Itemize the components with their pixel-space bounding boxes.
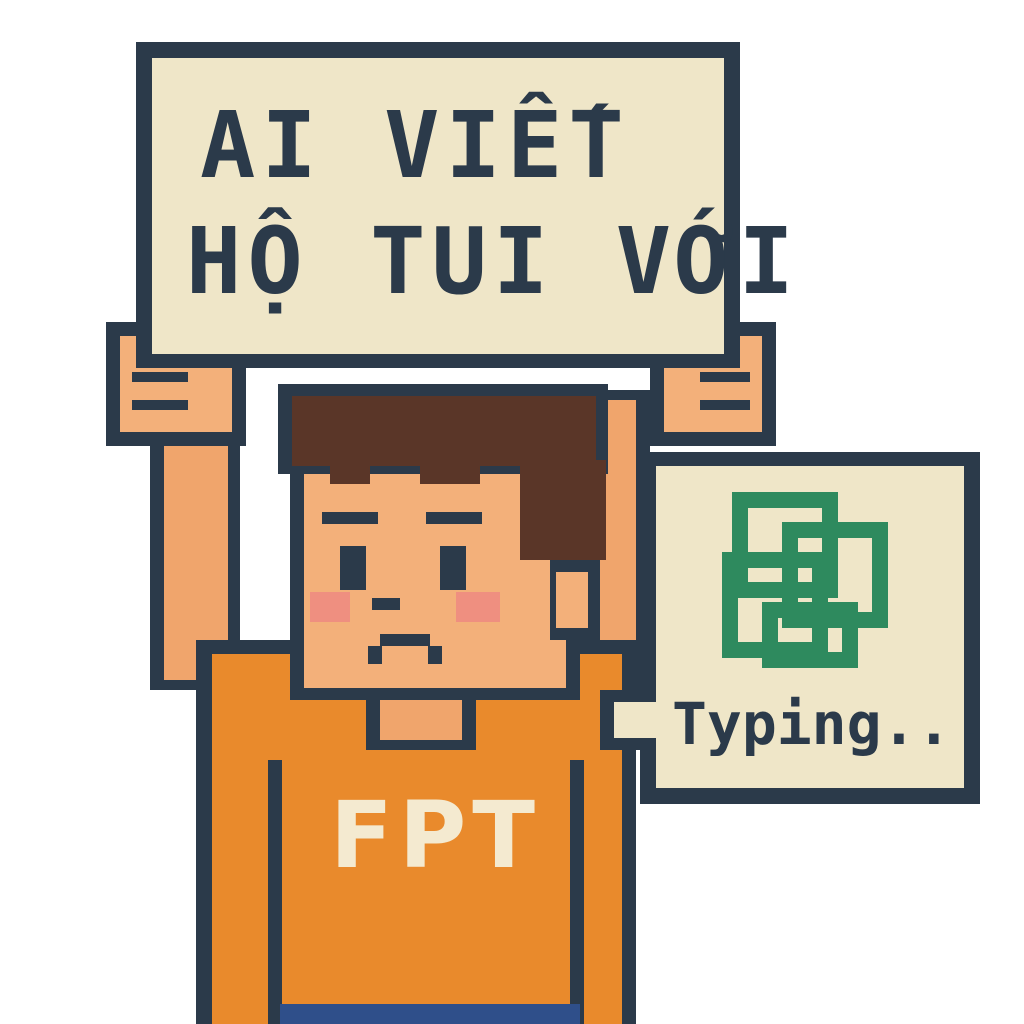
neck	[380, 700, 462, 740]
nose	[372, 598, 400, 610]
shirt-logo-text: FPT	[330, 782, 542, 889]
sign-line-1: AI VIẾT	[200, 92, 630, 199]
right-eyebrow	[426, 512, 482, 524]
right-cheek	[456, 592, 500, 622]
pixel-illustration: AI VIẾT HỘ TUI VỚI FPT Typing...	[0, 0, 1024, 1024]
right-eye	[440, 546, 466, 590]
mouth	[380, 634, 430, 646]
left-eyebrow	[322, 512, 378, 524]
top-sign	[136, 42, 740, 368]
typing-status: Typing...	[672, 690, 987, 758]
left-eye	[340, 546, 366, 590]
sign-line-2: HỘ TUI VỚI	[186, 208, 800, 315]
ear	[556, 572, 588, 628]
left-cheek	[310, 592, 350, 622]
